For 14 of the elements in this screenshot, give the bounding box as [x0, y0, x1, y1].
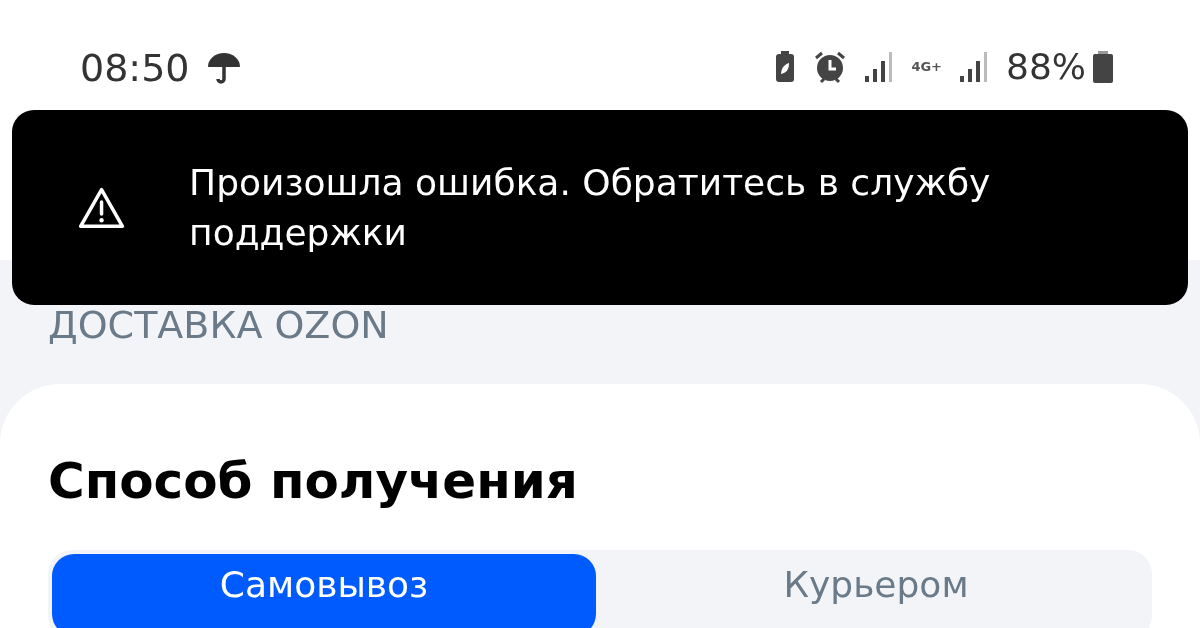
signal-icon [960, 51, 988, 82]
delivery-method-tab[interactable]: Самовывоз [52, 554, 596, 628]
network-type: 4G+ [911, 59, 942, 74]
alarm-clock-icon [813, 49, 848, 84]
card-title: Способ получения [48, 456, 579, 506]
battery-saver-icon [775, 50, 796, 83]
status-time: 08:50 [80, 46, 190, 90]
error-message: Произошла ошибка. Обратитесь в службу поддержки [189, 160, 992, 255]
delivery-method-tab[interactable]: Курьером [604, 554, 1148, 628]
umbrella-icon [205, 51, 242, 85]
battery-percentage: 88% [1006, 46, 1086, 87]
section-label: ДОСТАВКА OZON [48, 306, 390, 344]
battery-icon [1092, 50, 1114, 83]
signal-icon [865, 51, 894, 82]
